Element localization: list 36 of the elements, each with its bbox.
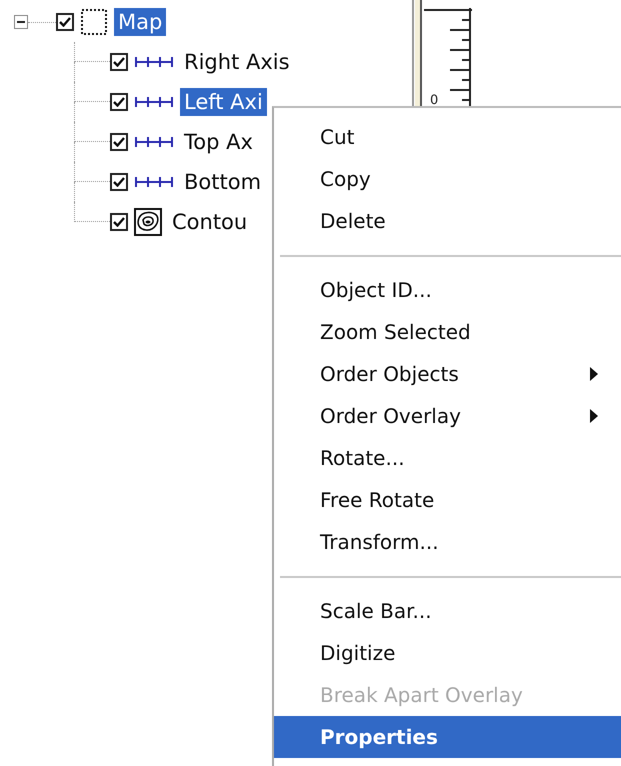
axis-icon	[134, 136, 174, 148]
axis-icon	[134, 56, 174, 68]
menu-item[interactable]: Rotate...	[274, 437, 621, 479]
axis-icon	[134, 96, 174, 108]
checkbox[interactable]	[110, 213, 128, 231]
menu-item[interactable]: Order Objects	[274, 353, 621, 395]
menu-item[interactable]: Scale Bar...	[274, 590, 621, 632]
tree-item[interactable]: Top Ax	[180, 128, 257, 156]
checkbox[interactable]	[110, 53, 128, 71]
checkbox[interactable]	[110, 133, 128, 151]
menu-item[interactable]: Properties	[274, 716, 621, 758]
contour-icon	[134, 208, 162, 236]
menu-item[interactable]: Transform...	[274, 521, 621, 563]
checkbox[interactable]	[110, 93, 128, 111]
menu-item[interactable]: Zoom Selected	[274, 311, 621, 353]
menu-item[interactable]: Object ID...	[274, 269, 621, 311]
tree-item[interactable]: Contou	[168, 208, 252, 236]
tree-item[interactable]: Map	[114, 8, 166, 36]
checkbox[interactable]	[110, 173, 128, 191]
collapse-toggle[interactable]	[14, 15, 28, 29]
ruler-drawing: 0	[412, 0, 496, 106]
menu-item[interactable]: Free Rotate	[274, 479, 621, 521]
submenu-arrow-icon	[590, 409, 598, 423]
menu-item[interactable]: Digitize	[274, 632, 621, 674]
map-frame-icon	[80, 8, 108, 36]
minus-icon	[17, 18, 25, 26]
menu-item[interactable]: Order Overlay	[274, 395, 621, 437]
tree-item[interactable]: Bottom	[180, 168, 266, 196]
menu-item[interactable]: Copy	[274, 158, 621, 200]
menu-item[interactable]: Delete	[274, 200, 621, 242]
tree-item[interactable]: Left Axi	[180, 88, 267, 116]
axis-icon	[134, 176, 174, 188]
tree-item[interactable]: Right Axis	[180, 48, 294, 76]
checkbox[interactable]	[56, 13, 74, 31]
submenu-arrow-icon	[590, 367, 598, 381]
menu-item[interactable]: Cut	[274, 116, 621, 158]
